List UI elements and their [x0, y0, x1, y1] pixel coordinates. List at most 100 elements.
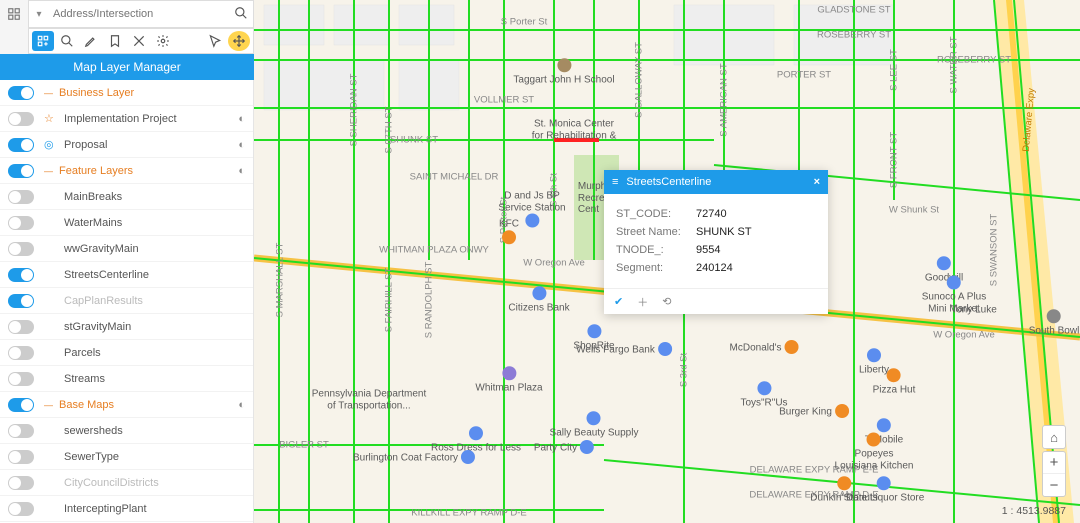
bookmark-button[interactable]: [104, 31, 126, 51]
toggle[interactable]: [8, 138, 34, 152]
layer-mainbreaks[interactable]: MainBreaks: [0, 184, 253, 210]
collapse-icon[interactable]: —: [44, 166, 53, 176]
popup-body: ST_CODE:72740 Street Name:SHUNK ST TNODE…: [604, 194, 828, 288]
layer-label: CapPlanResults: [64, 295, 245, 307]
toggle[interactable]: [8, 216, 34, 230]
zoom-out-button[interactable]: −: [1043, 474, 1065, 496]
search-bar: ▾: [28, 0, 254, 28]
layer-label: stGravityMain: [64, 321, 245, 333]
group-label: Business Layer: [59, 87, 245, 99]
settings-button[interactable]: [152, 31, 174, 51]
popup-field: Segment:240124: [616, 262, 816, 274]
layers-button[interactable]: [32, 31, 54, 51]
popup-menu-icon[interactable]: ≡: [612, 176, 618, 188]
layer-sewersheds[interactable]: sewersheds: [0, 418, 253, 444]
toggle[interactable]: [8, 372, 34, 386]
layer-interceptingplant[interactable]: InterceptingPlant: [0, 496, 253, 522]
group-feature[interactable]: — Feature Layers ◐: [0, 158, 253, 184]
search-type-dropdown[interactable]: ▾: [29, 9, 49, 20]
popup-footer: ✔ ＋ ⟲: [604, 288, 828, 314]
field-value: 240124: [696, 262, 816, 274]
opacity-icon[interactable]: ◐: [238, 399, 245, 411]
search-input[interactable]: [49, 8, 229, 20]
toggle[interactable]: [8, 294, 34, 308]
group-label: Feature Layers: [59, 165, 238, 177]
field-value: 72740: [696, 208, 816, 220]
confirm-icon[interactable]: ✔: [614, 295, 623, 308]
collapse-icon[interactable]: —: [44, 88, 53, 98]
toggle[interactable]: [8, 190, 34, 204]
group-base[interactable]: — Base Maps ◐: [0, 392, 253, 418]
toggle[interactable]: [8, 502, 34, 516]
toggle[interactable]: [8, 450, 34, 464]
tools-button[interactable]: [128, 31, 150, 51]
layer-panel[interactable]: — Business Layer ☆ Implementation Projec…: [0, 80, 254, 523]
layer-watermains[interactable]: WaterMains: [0, 210, 253, 236]
app-grid-button[interactable]: [0, 0, 28, 28]
field-value: 9554: [696, 244, 816, 256]
field-key: Street Name:: [616, 226, 696, 238]
toggle[interactable]: [8, 86, 34, 100]
layer-capplanresults[interactable]: CapPlanResults: [0, 288, 253, 314]
popup-header[interactable]: ≡ StreetsCenterline ×: [604, 170, 828, 194]
field-key: ST_CODE:: [616, 208, 696, 220]
toggle[interactable]: [8, 398, 34, 412]
popup-field: ST_CODE:72740: [616, 208, 816, 220]
toggle[interactable]: [8, 242, 34, 256]
group-label: Base Maps: [59, 399, 238, 411]
field-key: TNODE_:: [616, 244, 696, 256]
opacity-icon[interactable]: ◐: [238, 113, 245, 125]
search-icon[interactable]: [229, 6, 253, 23]
layer-label: WaterMains: [64, 217, 245, 229]
toggle[interactable]: [8, 476, 34, 490]
toggle[interactable]: [8, 320, 34, 334]
toggle[interactable]: [8, 424, 34, 438]
add-icon[interactable]: ＋: [637, 294, 648, 310]
layer-stgravitymain[interactable]: stGravityMain: [0, 314, 253, 340]
layer-label: Implementation Project: [64, 113, 238, 125]
zoom-control: + −: [1042, 451, 1066, 497]
opacity-icon[interactable]: ◐: [238, 165, 245, 177]
layer-label: sewersheds: [64, 425, 245, 437]
star-icon: ☆: [44, 112, 58, 125]
field-key: Segment:: [616, 262, 696, 274]
home-button[interactable]: ⌂: [1042, 425, 1066, 449]
layer-label: Streams: [64, 373, 245, 385]
group-business[interactable]: — Business Layer: [0, 80, 253, 106]
identify-button[interactable]: [56, 31, 78, 51]
layer-label: wwGravityMain: [64, 243, 245, 255]
popup-field: Street Name:SHUNK ST: [616, 226, 816, 238]
pan-button[interactable]: [228, 31, 250, 51]
toggle[interactable]: [8, 164, 34, 178]
scale-text: 1 : 4513.9887: [1002, 505, 1066, 517]
popup-field: TNODE_:9554: [616, 244, 816, 256]
refresh-icon[interactable]: ⟲: [662, 295, 671, 308]
layer-streams[interactable]: Streams: [0, 366, 253, 392]
toggle[interactable]: [8, 268, 34, 282]
edit-button[interactable]: [80, 31, 102, 51]
map-toolbar: [28, 28, 254, 54]
layer-sewertype[interactable]: SewerType: [0, 444, 253, 470]
toggle[interactable]: [8, 112, 34, 126]
field-value: SHUNK ST: [696, 226, 816, 238]
layer-parcels[interactable]: Parcels: [0, 340, 253, 366]
toggle[interactable]: [8, 346, 34, 360]
zoom-in-button[interactable]: +: [1043, 452, 1065, 474]
layer-label: Parcels: [64, 347, 245, 359]
popup-title: StreetsCenterline: [626, 176, 813, 188]
collapse-icon[interactable]: —: [44, 400, 53, 410]
layer-label: SewerType: [64, 451, 245, 463]
close-icon[interactable]: ×: [814, 176, 820, 188]
layer-streetscenterline[interactable]: StreetsCenterline: [0, 262, 253, 288]
layer-wwgravitymain[interactable]: wwGravityMain: [0, 236, 253, 262]
layer-label: Proposal: [64, 139, 238, 151]
pointer-button[interactable]: [204, 31, 226, 51]
layer-citycouncildistricts[interactable]: CityCouncilDistricts: [0, 470, 253, 496]
feature-popup[interactable]: ≡ StreetsCenterline × ST_CODE:72740 Stre…: [604, 170, 828, 314]
layer-label: MainBreaks: [64, 191, 245, 203]
layer-label: CityCouncilDistricts: [64, 477, 245, 489]
opacity-icon[interactable]: ◐: [238, 139, 245, 151]
map-canvas[interactable]: VOLLMER ST SHUNK ST SAINT MICHAEL DR WHI…: [254, 0, 1080, 523]
layer-proposal[interactable]: ◎ Proposal ◐: [0, 132, 253, 158]
layer-implementation-project[interactable]: ☆ Implementation Project ◐: [0, 106, 253, 132]
